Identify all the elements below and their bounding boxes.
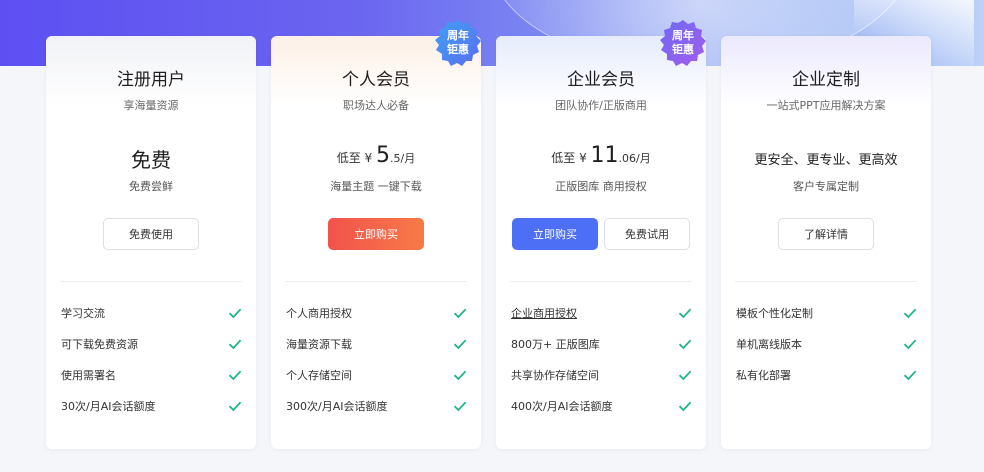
feature-label[interactable]: 企业商用授权 — [511, 305, 577, 321]
plan-subtitle: 享海量资源 — [123, 99, 179, 112]
plan-note: 免费尝鲜 — [129, 180, 173, 193]
feature-label: 300次/月AI会话额度 — [286, 400, 388, 413]
feature-item: 个人商用授权 — [286, 305, 467, 321]
check-icon — [453, 401, 467, 412]
plan-slogan: 更安全、更专业、更高效 — [754, 153, 898, 168]
feature-label: 海量资源下载 — [286, 338, 352, 351]
feature-item: 学习交流 — [61, 305, 242, 321]
plan-note: 客户专属定制 — [793, 180, 859, 193]
price-currency: ¥ — [579, 151, 587, 165]
price-amount: 5 — [376, 143, 391, 168]
plan-subtitle: 职场达人必备 — [343, 99, 409, 112]
plan-card-custom: 企业定制 一站式PPT应用解决方案 更安全、更专业、更高效 客户专属定制 了解详… — [721, 36, 931, 449]
feature-item: 海量资源下载 — [286, 336, 467, 352]
check-icon — [453, 308, 467, 319]
plan-subtitle: 团队协作/正版商用 — [555, 99, 647, 112]
check-icon — [678, 339, 692, 350]
price-prefix: 低至 — [551, 151, 576, 165]
badge-line-1: 周年 — [672, 29, 694, 42]
check-icon — [903, 308, 917, 319]
learn-more-button[interactable]: 了解详情 — [778, 218, 874, 250]
plan-title: 注册用户 — [117, 70, 185, 90]
plan-card-registered: 注册用户 享海量资源 免费 免费尝鲜 免费使用 学习交流 可下载免费资源 使用需… — [46, 36, 256, 449]
feature-item: 个人存储空间 — [286, 367, 467, 383]
feature-item: 400次/月AI会话额度 — [511, 398, 692, 414]
feature-item: 模板个性化定制 — [736, 305, 917, 321]
anniversary-badge: 周年 钜惠 — [658, 18, 708, 68]
badge-line-2: 钜惠 — [672, 43, 694, 56]
feature-item: 单机离线版本 — [736, 336, 917, 352]
feature-label: 使用需署名 — [61, 369, 116, 382]
plan-price: 免费 — [131, 148, 171, 172]
price-fraction: .06/月 — [618, 152, 651, 165]
check-icon — [453, 370, 467, 381]
divider — [510, 281, 692, 282]
check-icon — [903, 370, 917, 381]
divider — [285, 281, 467, 282]
check-icon — [453, 339, 467, 350]
anniversary-badge: 周年 钜惠 — [433, 18, 483, 68]
feature-label: 模板个性化定制 — [736, 307, 813, 320]
price-amount: 11 — [590, 143, 619, 168]
plan-note: 正版图库 商用授权 — [555, 180, 647, 193]
plan-note: 海量主题 一键下载 — [330, 180, 422, 193]
plan-title: 个人会员 — [342, 70, 410, 90]
buy-now-button[interactable]: 立即购买 — [512, 218, 598, 250]
feature-label: 共享协作存储空间 — [511, 369, 599, 382]
feature-item: 使用需署名 — [61, 367, 242, 383]
feature-item: 30次/月AI会话额度 — [61, 398, 242, 414]
check-icon — [228, 370, 242, 381]
badge-line-2: 钜惠 — [447, 43, 469, 56]
feature-item: 共享协作存储空间 — [511, 367, 692, 383]
feature-item: 300次/月AI会话额度 — [286, 398, 467, 414]
feature-label: 800万+ 正版图库 — [511, 338, 600, 351]
feature-label: 30次/月AI会话额度 — [61, 400, 156, 413]
check-icon — [228, 401, 242, 412]
plan-title: 企业会员 — [567, 70, 635, 90]
buy-now-button[interactable]: 立即购买 — [328, 218, 424, 250]
feature-label: 个人存储空间 — [286, 369, 352, 382]
feature-item: 企业商用授权 — [511, 305, 692, 321]
free-use-button[interactable]: 免费使用 — [103, 218, 199, 250]
plan-price: 低至 ¥ 11.06/月 — [496, 143, 706, 168]
plan-card-personal: 个人会员 职场达人必备 低至 ¥ 5.5/月 海量主题 一键下载 立即购买 个人… — [271, 36, 481, 449]
feature-item: 私有化部署 — [736, 367, 917, 383]
check-icon — [678, 308, 692, 319]
feature-label: 私有化部署 — [736, 369, 791, 382]
price-currency: ¥ — [364, 151, 373, 165]
price-fraction: .5/月 — [390, 152, 416, 165]
divider — [60, 281, 242, 282]
plan-card-enterprise: 企业会员 团队协作/正版商用 低至 ¥ 11.06/月 正版图库 商用授权 立即… — [496, 36, 706, 449]
check-icon — [678, 370, 692, 381]
check-icon — [228, 308, 242, 319]
feature-label: 个人商用授权 — [286, 307, 352, 320]
check-icon — [903, 339, 917, 350]
badge-line-1: 周年 — [447, 29, 469, 42]
feature-label: 可下载免费资源 — [61, 338, 138, 351]
free-trial-button[interactable]: 免费试用 — [604, 218, 690, 250]
feature-item: 可下载免费资源 — [61, 336, 242, 352]
plan-subtitle: 一站式PPT应用解决方案 — [766, 99, 886, 112]
divider — [735, 281, 917, 282]
feature-label: 单机离线版本 — [736, 338, 802, 351]
price-prefix: 低至 — [336, 151, 361, 165]
plan-title: 企业定制 — [792, 70, 860, 90]
check-icon — [678, 401, 692, 412]
feature-label: 400次/月AI会话额度 — [511, 400, 613, 413]
plan-price: 低至 ¥ 5.5/月 — [271, 143, 481, 168]
check-icon — [228, 339, 242, 350]
feature-label: 学习交流 — [61, 307, 105, 320]
feature-item: 800万+ 正版图库 — [511, 336, 692, 352]
